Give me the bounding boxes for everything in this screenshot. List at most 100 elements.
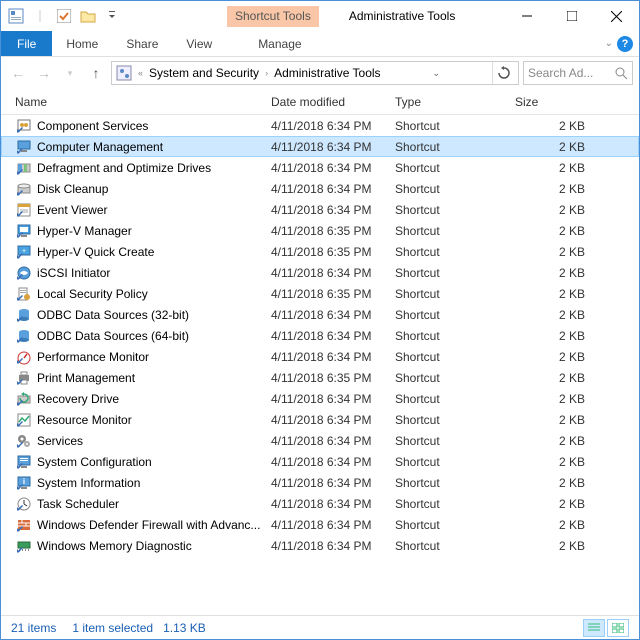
view-tab[interactable]: View <box>172 31 226 56</box>
file-row[interactable]: Task Scheduler4/11/2018 6:34 PMShortcut2… <box>1 493 639 514</box>
file-row[interactable]: Local Security Policy4/11/2018 6:35 PMSh… <box>1 283 639 304</box>
address-bar[interactable]: « System and Security › Administrative T… <box>111 61 519 85</box>
checkbox-icon[interactable] <box>53 5 75 27</box>
file-row[interactable]: Windows Defender Firewall with Advanc...… <box>1 514 639 535</box>
file-row[interactable]: Resource Monitor4/11/2018 6:34 PMShortcu… <box>1 409 639 430</box>
file-icon <box>15 349 33 365</box>
file-row[interactable]: ODBC Data Sources (64-bit)4/11/2018 6:34… <box>1 325 639 346</box>
statusbar: 21 items 1 item selected 1.13 KB <box>1 615 639 639</box>
crumb-chevron-icon[interactable]: « <box>136 68 145 78</box>
file-name: Print Management <box>37 371 271 385</box>
file-type: Shortcut <box>395 392 515 406</box>
file-size: 2 KB <box>515 371 585 385</box>
file-row[interactable]: Event Viewer4/11/2018 6:34 PMShortcut2 K… <box>1 199 639 220</box>
column-type[interactable]: Type <box>395 95 515 109</box>
status-item-count: 21 items <box>11 621 56 635</box>
search-placeholder: Search Ad... <box>528 66 593 80</box>
file-row[interactable]: Hyper-V Manager4/11/2018 6:35 PMShortcut… <box>1 220 639 241</box>
file-type: Shortcut <box>395 455 515 469</box>
file-size: 2 KB <box>515 497 585 511</box>
file-name: System Configuration <box>37 455 271 469</box>
file-size: 2 KB <box>515 455 585 469</box>
manage-tab[interactable]: Manage <box>244 31 315 56</box>
file-type: Shortcut <box>395 329 515 343</box>
file-row[interactable]: Computer Management4/11/2018 6:34 PMShor… <box>1 136 639 157</box>
file-row[interactable]: Component Services4/11/2018 6:34 PMShort… <box>1 115 639 136</box>
file-size: 2 KB <box>515 161 585 175</box>
file-icon <box>15 412 33 428</box>
crumb-chevron-icon[interactable]: › <box>263 68 270 78</box>
new-folder-icon[interactable] <box>77 5 99 27</box>
view-large-icons-button[interactable] <box>607 619 629 637</box>
file-size: 2 KB <box>515 329 585 343</box>
properties-icon[interactable] <box>5 5 27 27</box>
file-row[interactable]: Recovery Drive4/11/2018 6:34 PMShortcut2… <box>1 388 639 409</box>
column-date[interactable]: Date modified <box>271 95 395 109</box>
column-name[interactable]: Name <box>15 95 271 109</box>
address-dropdown-icon[interactable]: ⌄ <box>425 62 447 84</box>
breadcrumb-system-security[interactable]: System and Security <box>149 66 259 80</box>
column-headers: Name Date modified Type Size <box>1 89 639 115</box>
maximize-button[interactable] <box>549 1 594 31</box>
file-size: 2 KB <box>515 203 585 217</box>
share-tab[interactable]: Share <box>112 31 172 56</box>
file-type: Shortcut <box>395 119 515 133</box>
file-name: ODBC Data Sources (32-bit) <box>37 308 271 322</box>
file-name: Windows Memory Diagnostic <box>37 539 271 553</box>
file-icon <box>15 181 33 197</box>
file-row[interactable]: Print Management4/11/2018 6:35 PMShortcu… <box>1 367 639 388</box>
file-size: 2 KB <box>515 518 585 532</box>
file-type: Shortcut <box>395 308 515 322</box>
status-selection: 1 item selected 1.13 KB <box>72 621 205 635</box>
file-row[interactable]: Services4/11/2018 6:34 PMShortcut2 KB <box>1 430 639 451</box>
nav-up-button[interactable]: ↑ <box>85 62 107 84</box>
file-name: Hyper-V Manager <box>37 224 271 238</box>
file-list: Component Services4/11/2018 6:34 PMShort… <box>1 115 639 615</box>
file-row[interactable]: Performance Monitor4/11/2018 6:34 PMShor… <box>1 346 639 367</box>
nav-recent-dropdown[interactable]: ▾ <box>59 62 81 84</box>
file-date: 4/11/2018 6:34 PM <box>271 455 395 469</box>
file-name: iSCSI Initiator <box>37 266 271 280</box>
file-row[interactable]: System Configuration4/11/2018 6:34 PMSho… <box>1 451 639 472</box>
refresh-button[interactable] <box>492 62 514 84</box>
file-name: Performance Monitor <box>37 350 271 364</box>
search-input[interactable]: Search Ad... <box>523 61 633 85</box>
file-tab[interactable]: File <box>1 31 52 56</box>
file-row[interactable]: iSystem Information4/11/2018 6:34 PMShor… <box>1 472 639 493</box>
file-name: System Information <box>37 476 271 490</box>
file-row[interactable]: iSCSI Initiator4/11/2018 6:34 PMShortcut… <box>1 262 639 283</box>
file-name: Task Scheduler <box>37 497 271 511</box>
qat-dropdown-icon[interactable] <box>101 5 123 27</box>
help-icon[interactable]: ? <box>617 36 633 52</box>
column-size[interactable]: Size <box>515 95 593 109</box>
file-size: 2 KB <box>515 182 585 196</box>
file-icon <box>15 517 33 533</box>
file-date: 4/11/2018 6:34 PM <box>271 203 395 217</box>
file-size: 2 KB <box>515 539 585 553</box>
nav-forward-button[interactable]: → <box>33 62 55 84</box>
file-icon <box>15 223 33 239</box>
breadcrumb-admin-tools[interactable]: Administrative Tools <box>274 66 381 80</box>
control-panel-icon <box>116 65 132 81</box>
nav-back-button[interactable]: ← <box>7 62 29 84</box>
file-row[interactable]: +Hyper-V Quick Create4/11/2018 6:35 PMSh… <box>1 241 639 262</box>
file-row[interactable]: Disk Cleanup4/11/2018 6:34 PMShortcut2 K… <box>1 178 639 199</box>
file-icon: + <box>15 244 33 260</box>
file-row[interactable]: Defragment and Optimize Drives4/11/2018 … <box>1 157 639 178</box>
home-tab[interactable]: Home <box>52 31 112 56</box>
file-row[interactable]: Windows Memory Diagnostic4/11/2018 6:34 … <box>1 535 639 556</box>
file-icon <box>15 286 33 302</box>
file-name: Event Viewer <box>37 203 271 217</box>
ribbon-expand-icon[interactable]: ⌄ <box>605 38 613 49</box>
file-row[interactable]: ODBC Data Sources (32-bit)4/11/2018 6:34… <box>1 304 639 325</box>
minimize-button[interactable] <box>504 1 549 31</box>
file-icon: i <box>15 475 33 491</box>
view-details-button[interactable] <box>583 619 605 637</box>
file-name: Defragment and Optimize Drives <box>37 161 271 175</box>
file-icon <box>15 496 33 512</box>
file-icon <box>15 370 33 386</box>
file-icon <box>15 202 33 218</box>
file-type: Shortcut <box>395 161 515 175</box>
file-size: 2 KB <box>515 266 585 280</box>
close-button[interactable] <box>594 1 639 31</box>
